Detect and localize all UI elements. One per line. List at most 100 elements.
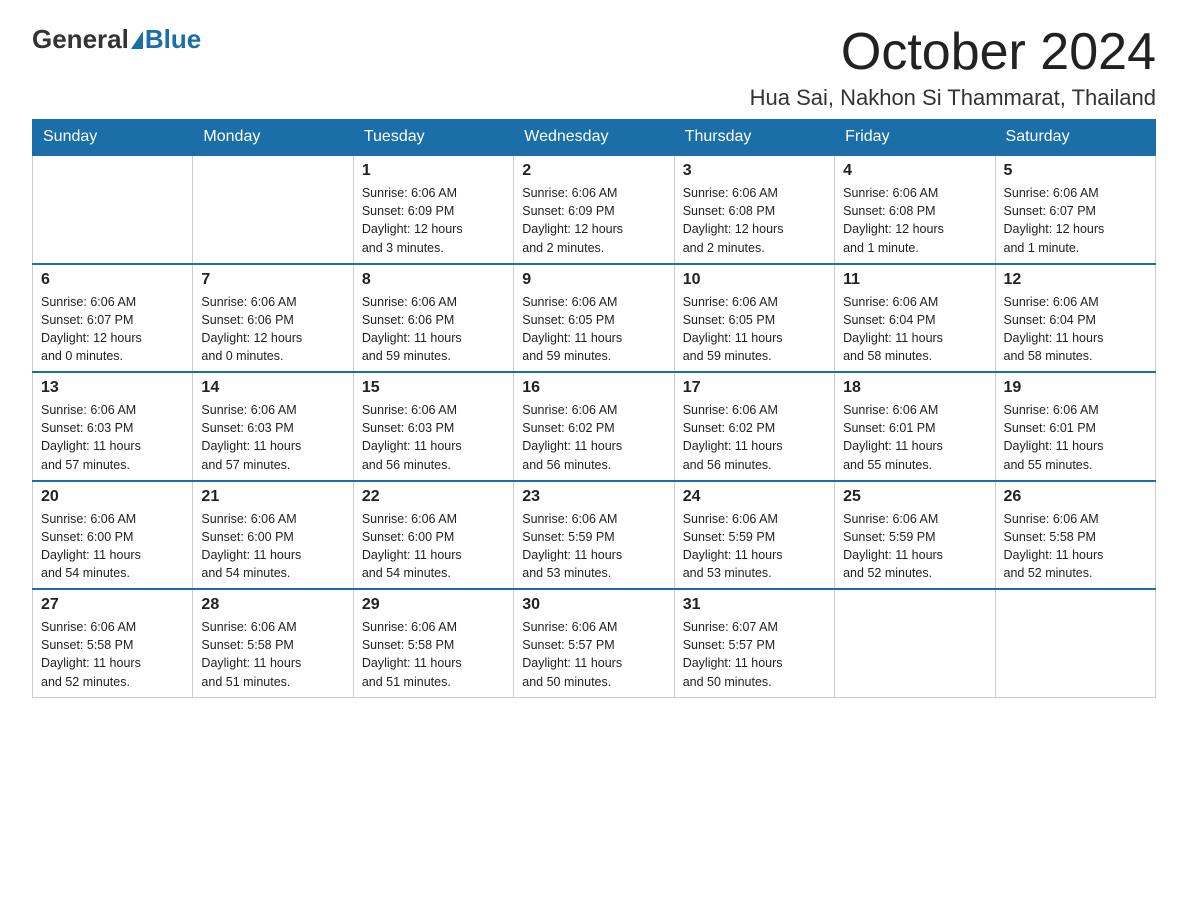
day-info: Sunrise: 6:06 AM Sunset: 6:08 PM Dayligh…	[683, 184, 826, 257]
calendar-cell: 29 Sunrise: 6:06 AM Sunset: 5:58 PM Dayli…	[353, 589, 513, 697]
logo-general-text: General	[32, 24, 129, 55]
day-number: 31	[683, 596, 826, 614]
day-info: Sunrise: 6:06 AM Sunset: 5:58 PM Dayligh…	[362, 618, 505, 691]
day-number: 9	[522, 271, 665, 289]
title-block: October 2024 Hua Sai, Nakhon Si Thammara…	[750, 24, 1156, 111]
day-number: 4	[843, 162, 986, 180]
day-number: 18	[843, 379, 986, 397]
day-info: Sunrise: 6:06 AM Sunset: 5:58 PM Dayligh…	[41, 618, 184, 691]
day-number: 25	[843, 488, 986, 506]
logo: General Blue	[32, 24, 201, 55]
day-info: Sunrise: 6:06 AM Sunset: 5:58 PM Dayligh…	[201, 618, 344, 691]
day-number: 21	[201, 488, 344, 506]
week-row-3: 13 Sunrise: 6:06 AM Sunset: 6:03 PM Dayli…	[33, 372, 1156, 481]
calendar-cell: 26Sunrise: 6:06 AM Sunset: 5:58 PM Dayli…	[995, 481, 1155, 590]
day-number: 15	[362, 379, 505, 397]
calendar-cell: 14 Sunrise: 6:06 AM Sunset: 6:03 PM Dayli…	[193, 372, 353, 481]
day-number: 3	[683, 162, 826, 180]
day-number: 28	[201, 596, 344, 614]
day-number: 29	[362, 596, 505, 614]
calendar-cell: 10 Sunrise: 6:06 AM Sunset: 6:05 PM Dayli…	[674, 264, 834, 373]
page-header: General Blue October 2024 Hua Sai, Nakho…	[32, 24, 1156, 111]
day-info: Sunrise: 6:06 AM Sunset: 5:57 PM Dayligh…	[522, 618, 665, 691]
day-number: 23	[522, 488, 665, 506]
day-number: 7	[201, 271, 344, 289]
day-header-wednesday: Wednesday	[514, 120, 674, 156]
calendar-cell: 16Sunrise: 6:06 AM Sunset: 6:02 PM Dayli…	[514, 372, 674, 481]
day-number: 17	[683, 379, 826, 397]
day-header-thursday: Thursday	[674, 120, 834, 156]
day-info: Sunrise: 6:06 AM Sunset: 6:05 PM Dayligh…	[683, 293, 826, 366]
day-header-monday: Monday	[193, 120, 353, 156]
day-number: 1	[362, 162, 505, 180]
calendar-cell: 17Sunrise: 6:06 AM Sunset: 6:02 PM Dayli…	[674, 372, 834, 481]
day-info: Sunrise: 6:06 AM Sunset: 6:03 PM Dayligh…	[201, 401, 344, 474]
calendar-cell	[995, 589, 1155, 697]
calendar-cell: 9 Sunrise: 6:06 AM Sunset: 6:05 PM Daylig…	[514, 264, 674, 373]
calendar-cell: 2 Sunrise: 6:06 AM Sunset: 6:09 PM Daylig…	[514, 155, 674, 264]
day-number: 30	[522, 596, 665, 614]
calendar-cell: 22 Sunrise: 6:06 AM Sunset: 6:00 PM Dayli…	[353, 481, 513, 590]
calendar-cell: 31Sunrise: 6:07 AM Sunset: 5:57 PM Dayli…	[674, 589, 834, 697]
day-header-friday: Friday	[835, 120, 995, 156]
day-info: Sunrise: 6:06 AM Sunset: 5:59 PM Dayligh…	[522, 510, 665, 583]
day-number: 11	[843, 271, 986, 289]
day-number: 20	[41, 488, 184, 506]
day-info: Sunrise: 6:06 AM Sunset: 6:02 PM Dayligh…	[522, 401, 665, 474]
calendar-cell: 21Sunrise: 6:06 AM Sunset: 6:00 PM Dayli…	[193, 481, 353, 590]
day-info: Sunrise: 6:06 AM Sunset: 6:03 PM Dayligh…	[362, 401, 505, 474]
day-number: 12	[1004, 271, 1147, 289]
day-header-saturday: Saturday	[995, 120, 1155, 156]
day-header-sunday: Sunday	[33, 120, 193, 156]
day-number: 24	[683, 488, 826, 506]
location-title: Hua Sai, Nakhon Si Thammarat, Thailand	[750, 85, 1156, 111]
day-number: 14	[201, 379, 344, 397]
calendar-cell: 7Sunrise: 6:06 AM Sunset: 6:06 PM Daylig…	[193, 264, 353, 373]
calendar-cell: 4 Sunrise: 6:06 AM Sunset: 6:08 PM Daylig…	[835, 155, 995, 264]
day-info: Sunrise: 6:06 AM Sunset: 6:01 PM Dayligh…	[843, 401, 986, 474]
calendar-cell: 11 Sunrise: 6:06 AM Sunset: 6:04 PM Dayli…	[835, 264, 995, 373]
month-title: October 2024	[750, 24, 1156, 81]
day-number: 27	[41, 596, 184, 614]
calendar-cell: 28 Sunrise: 6:06 AM Sunset: 5:58 PM Dayli…	[193, 589, 353, 697]
calendar-cell: 27 Sunrise: 6:06 AM Sunset: 5:58 PM Dayli…	[33, 589, 193, 697]
day-number: 2	[522, 162, 665, 180]
calendar-cell: 25Sunrise: 6:06 AM Sunset: 5:59 PM Dayli…	[835, 481, 995, 590]
calendar-cell: 30 Sunrise: 6:06 AM Sunset: 5:57 PM Dayli…	[514, 589, 674, 697]
logo-triangle-icon	[131, 31, 143, 49]
day-info: Sunrise: 6:06 AM Sunset: 6:09 PM Dayligh…	[522, 184, 665, 257]
day-info: Sunrise: 6:06 AM Sunset: 5:58 PM Dayligh…	[1004, 510, 1147, 583]
calendar-table: SundayMondayTuesdayWednesdayThursdayFrid…	[32, 119, 1156, 698]
calendar-cell: 8 Sunrise: 6:06 AM Sunset: 6:06 PM Daylig…	[353, 264, 513, 373]
day-info: Sunrise: 6:06 AM Sunset: 6:06 PM Dayligh…	[362, 293, 505, 366]
calendar-cell: 6 Sunrise: 6:06 AM Sunset: 6:07 PM Daylig…	[33, 264, 193, 373]
day-info: Sunrise: 6:06 AM Sunset: 6:05 PM Dayligh…	[522, 293, 665, 366]
day-number: 6	[41, 271, 184, 289]
calendar-cell: 19Sunrise: 6:06 AM Sunset: 6:01 PM Dayli…	[995, 372, 1155, 481]
calendar-cell: 12Sunrise: 6:06 AM Sunset: 6:04 PM Dayli…	[995, 264, 1155, 373]
calendar-cell	[33, 155, 193, 264]
day-info: Sunrise: 6:06 AM Sunset: 6:04 PM Dayligh…	[843, 293, 986, 366]
day-info: Sunrise: 6:06 AM Sunset: 6:00 PM Dayligh…	[362, 510, 505, 583]
day-header-tuesday: Tuesday	[353, 120, 513, 156]
calendar-cell: 13Sunrise: 6:06 AM Sunset: 6:03 PM Dayli…	[33, 372, 193, 481]
calendar-cell	[193, 155, 353, 264]
day-number: 10	[683, 271, 826, 289]
week-row-4: 20 Sunrise: 6:06 AM Sunset: 6:00 PM Dayli…	[33, 481, 1156, 590]
day-number: 8	[362, 271, 505, 289]
day-info: Sunrise: 6:06 AM Sunset: 6:07 PM Dayligh…	[41, 293, 184, 366]
calendar-cell: 3 Sunrise: 6:06 AM Sunset: 6:08 PM Daylig…	[674, 155, 834, 264]
calendar-cell: 18 Sunrise: 6:06 AM Sunset: 6:01 PM Dayli…	[835, 372, 995, 481]
calendar-cell: 5Sunrise: 6:06 AM Sunset: 6:07 PM Daylig…	[995, 155, 1155, 264]
day-number: 13	[41, 379, 184, 397]
calendar-cell: 20Sunrise: 6:06 AM Sunset: 6:00 PM Dayli…	[33, 481, 193, 590]
calendar-cell: 1Sunrise: 6:06 AM Sunset: 6:09 PM Daylig…	[353, 155, 513, 264]
calendar-cell: 24Sunrise: 6:06 AM Sunset: 5:59 PM Dayli…	[674, 481, 834, 590]
day-number: 19	[1004, 379, 1147, 397]
calendar-cell: 15 Sunrise: 6:06 AM Sunset: 6:03 PM Dayli…	[353, 372, 513, 481]
calendar-cell	[835, 589, 995, 697]
day-number: 22	[362, 488, 505, 506]
day-info: Sunrise: 6:06 AM Sunset: 6:08 PM Dayligh…	[843, 184, 986, 257]
calendar-cell: 23 Sunrise: 6:06 AM Sunset: 5:59 PM Dayli…	[514, 481, 674, 590]
logo-blue-text: Blue	[145, 24, 201, 55]
